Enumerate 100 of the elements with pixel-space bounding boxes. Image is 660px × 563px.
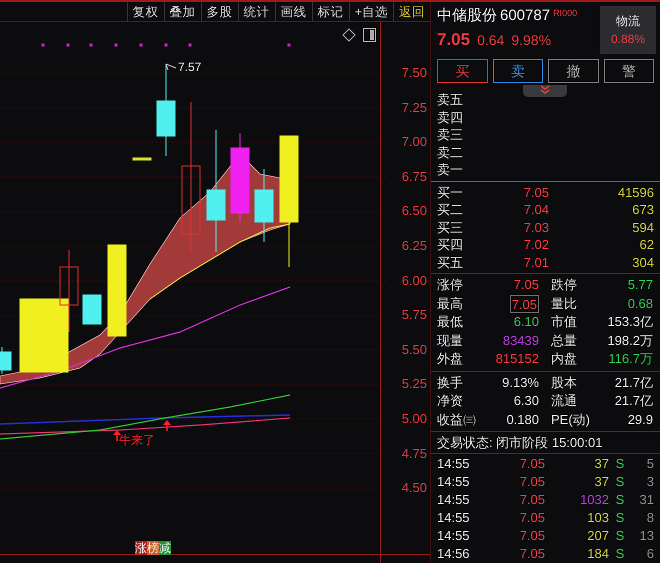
tick-count: 8 <box>646 509 654 527</box>
tick-count: 5 <box>646 455 654 473</box>
tick-count: 3 <box>646 473 654 491</box>
up-arrow-icon <box>163 420 171 431</box>
toolbar-button[interactable]: 标记 <box>312 2 349 21</box>
trading-status: 交易状态: 闭市阶段 15:00:01 <box>431 432 660 454</box>
stat-label: 跌停 <box>551 276 578 294</box>
toolbar-button[interactable]: 多股 <box>200 2 238 21</box>
trade-button[interactable]: 警 <box>604 59 654 83</box>
stat-label: 量比 <box>551 294 578 312</box>
tick-price: 7.05 <box>518 473 545 491</box>
tick-side: S <box>614 527 626 545</box>
price-axis-label: 5.00 <box>402 411 427 427</box>
stat-value: 0.68 <box>626 294 653 312</box>
bid-price: 7.03 <box>522 218 549 236</box>
stat-value: 7.05 <box>510 294 539 313</box>
ask-label: 卖四 <box>437 108 463 126</box>
ranking-badge: 涨榜减 <box>135 541 171 555</box>
toolbar-button[interactable]: 统计 <box>238 2 275 21</box>
bid-price: 7.02 <box>522 236 549 254</box>
bid-price: 7.04 <box>522 201 549 218</box>
ask-label: 卖三 <box>437 126 463 144</box>
tick-time: 14:55 <box>437 491 471 509</box>
trade-button[interactable]: 买 <box>437 59 488 83</box>
tick-time: 14:56 <box>437 545 471 563</box>
tick-count: 13 <box>638 527 654 545</box>
bid-volume: 41596 <box>616 184 654 201</box>
candlestick <box>82 294 102 324</box>
price-axis-label: 4.75 <box>402 446 427 462</box>
toolbar-button[interactable]: 叠加 <box>164 2 201 21</box>
stat-value: 21.7亿 <box>614 392 653 410</box>
bid-volume: 594 <box>631 218 654 236</box>
stat-label: 最高 <box>437 294 464 312</box>
tick-side: S <box>614 491 626 509</box>
expand-tab[interactable] <box>523 85 567 97</box>
tick-volume: 207 <box>586 527 609 545</box>
stat-value: 21.7亿 <box>614 374 653 392</box>
stat-value: 0.180 <box>505 410 539 428</box>
sector-change: 0.88% <box>610 32 646 46</box>
price-axis-label: 5.25 <box>402 376 427 392</box>
price-axis-label: 5.50 <box>402 342 427 358</box>
tick-time: 14:55 <box>437 509 471 527</box>
stat-label: 股本 <box>551 374 578 392</box>
stat-label: PE(动) <box>551 410 591 429</box>
sector-name: 物流 <box>616 14 640 28</box>
candlestick <box>132 158 152 160</box>
stat-label: 内盘 <box>551 350 578 368</box>
stat-value: 9.13% <box>501 374 539 392</box>
toolbar-button[interactable]: 返回 <box>393 2 430 21</box>
bid-label: 买四 <box>437 236 464 254</box>
price-axis-label: 6.00 <box>402 272 427 289</box>
trade-button[interactable]: 撤 <box>548 59 598 83</box>
tick-count: 31 <box>638 491 654 509</box>
stat-value: 153.3亿 <box>606 313 653 331</box>
tick-side: S <box>614 473 626 491</box>
stat-label: 流通 <box>551 392 578 410</box>
tick-price: 7.05 <box>518 527 545 545</box>
stat-value: 29.9 <box>626 410 653 428</box>
stat-value: 5.77 <box>626 276 653 294</box>
ask-label: 卖一 <box>437 161 463 178</box>
tick-side: S <box>614 455 626 473</box>
price-axis-label: 7.50 <box>402 65 427 81</box>
price-axis-label: 6.50 <box>402 203 427 220</box>
tick-count: 6 <box>646 545 654 563</box>
stat-label: 现量 <box>437 332 464 350</box>
tick-price: 7.05 <box>518 455 545 473</box>
pointer-icon <box>166 64 176 70</box>
bid-volume: 673 <box>631 201 654 218</box>
ask-label: 卖二 <box>437 144 463 161</box>
tick-time: 14:55 <box>437 455 471 473</box>
ask-label: 卖五 <box>437 91 463 108</box>
tick-price: 7.05 <box>518 545 545 563</box>
price-axis-label: 6.25 <box>402 238 427 254</box>
stat-value: 116.7万 <box>607 350 653 368</box>
bid-price: 7.05 <box>522 184 549 201</box>
price-axis-label: 5.75 <box>402 307 427 324</box>
price-axis-label: 4.50 <box>402 480 427 496</box>
bid-price: 7.01 <box>522 254 549 271</box>
last-price: 7.05 <box>437 30 470 50</box>
high-price-label: 7.57 <box>178 60 202 74</box>
sector-tile[interactable]: 物流 0.88% <box>600 6 656 54</box>
toolbar-button[interactable]: 画线 <box>274 2 312 21</box>
tick-time: 14:55 <box>437 527 471 545</box>
tick-side: S <box>614 545 626 563</box>
chevron-down-icon <box>540 85 550 94</box>
stat-label: 收益㈢ <box>437 410 477 428</box>
bid-label: 买一 <box>437 184 464 201</box>
stat-label: 净资 <box>437 392 464 410</box>
stat-label: 最低 <box>437 313 464 331</box>
bid-label: 买二 <box>437 201 464 218</box>
tick-volume: 103 <box>586 509 609 527</box>
toolbar-button[interactable]: +自选 <box>348 2 393 21</box>
bid-label: 买五 <box>437 254 464 271</box>
candlestick <box>0 346 12 374</box>
stat-label: 涨停 <box>437 276 464 294</box>
price-change-percent: 9.98% <box>511 31 552 50</box>
panel-toggle-icon <box>363 28 376 42</box>
toolbar-button[interactable]: 复权 <box>126 2 164 21</box>
trade-button[interactable]: 卖 <box>492 59 543 83</box>
stat-label: 市值 <box>551 313 578 331</box>
